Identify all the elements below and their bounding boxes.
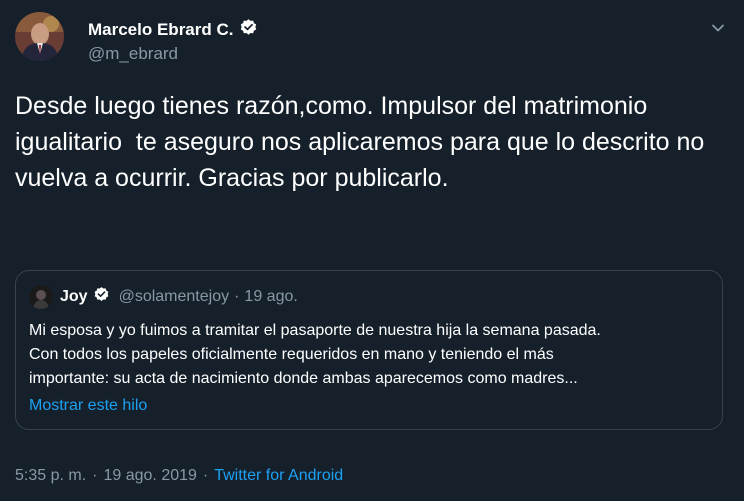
tweet-source-link[interactable]: Twitter for Android: [214, 467, 343, 485]
author-handle[interactable]: @m_ebrard: [88, 44, 178, 64]
author-name-row: Marcelo Ebrard C.: [88, 18, 258, 42]
quoted-text-line: importante: su acta de nacimiento donde …: [29, 370, 578, 387]
verified-badge-icon: [93, 286, 110, 308]
verified-badge-icon: [239, 18, 258, 42]
meta-separator: ·: [202, 467, 209, 484]
tweet-time[interactable]: 5:35 p. m.: [15, 467, 86, 485]
quoted-text-line: Mi esposa y yo fuimos a tramitar el pasa…: [29, 322, 601, 339]
tweet: Marcelo Ebrard C. @m_ebrard Desde luego …: [0, 0, 744, 501]
tweet-date[interactable]: 19 ago. 2019: [103, 467, 196, 485]
more-options-chevron-icon[interactable]: [708, 18, 728, 38]
quoted-header: Joy @solamentejoy · 19 ago.: [60, 286, 298, 308]
quoted-text: Mi esposa y yo fuimos a tramitar el pasa…: [29, 319, 719, 391]
quoted-text-line: Con todos los papeles oficialmente reque…: [29, 346, 554, 363]
tweet-meta: 5:35 p. m. · 19 ago. 2019 · Twitter for …: [15, 465, 343, 487]
quoted-tweet-card[interactable]: Joy @solamentejoy · 19 ago. Mi esposa y …: [15, 270, 723, 430]
tweet-text: Desde luego tienes razón,como. Impulsor …: [15, 92, 712, 192]
meta-separator: ·: [92, 467, 98, 484]
quoted-separator: ·: [234, 288, 240, 305]
quoted-author-name: Joy: [60, 288, 88, 305]
quoted-date: 19 ago.: [244, 288, 298, 305]
quoted-author-handle: @solamentejoy: [118, 288, 230, 305]
author-avatar[interactable]: [15, 12, 64, 61]
quoted-author-avatar: [29, 285, 53, 309]
show-thread-link[interactable]: Mostrar este hilo: [29, 397, 147, 415]
author-name[interactable]: Marcelo Ebrard C.: [88, 20, 234, 40]
